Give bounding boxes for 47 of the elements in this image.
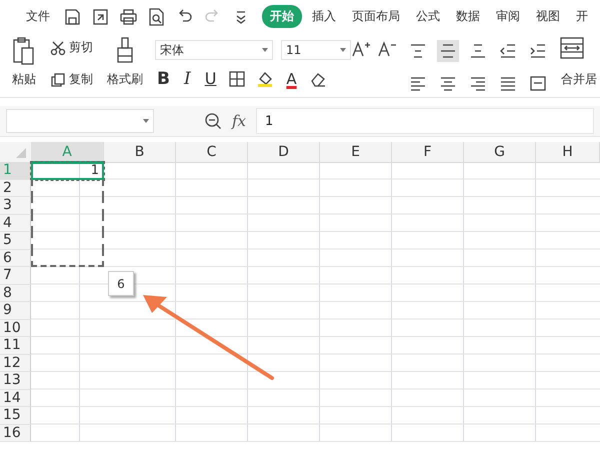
formula-field[interactable]: 1: [256, 108, 594, 134]
function-label[interactable]: fx: [232, 112, 246, 130]
column-header[interactable]: G: [464, 142, 536, 163]
menu-tab[interactable]: 审阅: [490, 4, 526, 28]
menu-tab[interactable]: 开: [570, 4, 594, 28]
copy-button[interactable]: 复制: [48, 70, 95, 89]
paste-button[interactable]: 粘贴: [10, 70, 38, 89]
row-header[interactable]: 10: [0, 320, 31, 337]
row-header[interactable]: 7: [0, 267, 31, 284]
font-color-button[interactable]: A: [284, 70, 299, 88]
fill-count-tooltip: 6: [108, 271, 134, 296]
row-header[interactable]: 8: [0, 284, 31, 302]
row-header[interactable]: 4: [0, 214, 31, 232]
file-menu[interactable]: 文件: [26, 8, 59, 24]
italic-button[interactable]: I: [182, 70, 193, 88]
merge-center-button[interactable]: 合并居: [559, 70, 599, 89]
row-header[interactable]: 14: [0, 390, 31, 407]
row-header[interactable]: 5: [0, 232, 31, 250]
menu-tab[interactable]: 视图: [530, 4, 566, 28]
column-header[interactable]: H: [536, 142, 600, 163]
font-size-value: 11: [286, 43, 302, 57]
row-header[interactable]: 15: [0, 407, 31, 424]
row-header[interactable]: 3: [0, 197, 31, 214]
font-name-field[interactable]: 宋体: [155, 40, 273, 60]
active-cell[interactable]: 1: [31, 162, 104, 180]
column-header[interactable]: B: [104, 142, 176, 163]
format-painter-button[interactable]: 格式刷: [105, 70, 145, 89]
menu-tab[interactable]: 公式: [410, 4, 446, 28]
row-header[interactable]: 11: [0, 337, 31, 354]
row-header[interactable]: 16: [0, 424, 31, 442]
cut-button[interactable]: 剪切: [48, 38, 95, 57]
menu-tab[interactable]: 页面布局: [346, 4, 406, 28]
row-header[interactable]: 9: [0, 302, 31, 320]
row-header[interactable]: 13: [0, 372, 31, 390]
column-header[interactable]: C: [176, 142, 248, 163]
column-header[interactable]: F: [392, 142, 464, 163]
bold-button[interactable]: B: [155, 70, 172, 88]
menu-tab[interactable]: 数据: [450, 4, 486, 28]
row-header[interactable]: 2: [0, 180, 31, 197]
column-header[interactable]: D: [248, 142, 320, 163]
underline-button[interactable]: U: [202, 70, 218, 88]
font-size-field[interactable]: 11: [281, 40, 351, 60]
row-header[interactable]: 12: [0, 354, 31, 372]
menu-tab[interactable]: 插入: [306, 4, 342, 28]
column-header[interactable]: E: [320, 142, 392, 163]
font-name-value: 宋体: [160, 42, 184, 58]
row-header[interactable]: 6: [0, 250, 31, 267]
